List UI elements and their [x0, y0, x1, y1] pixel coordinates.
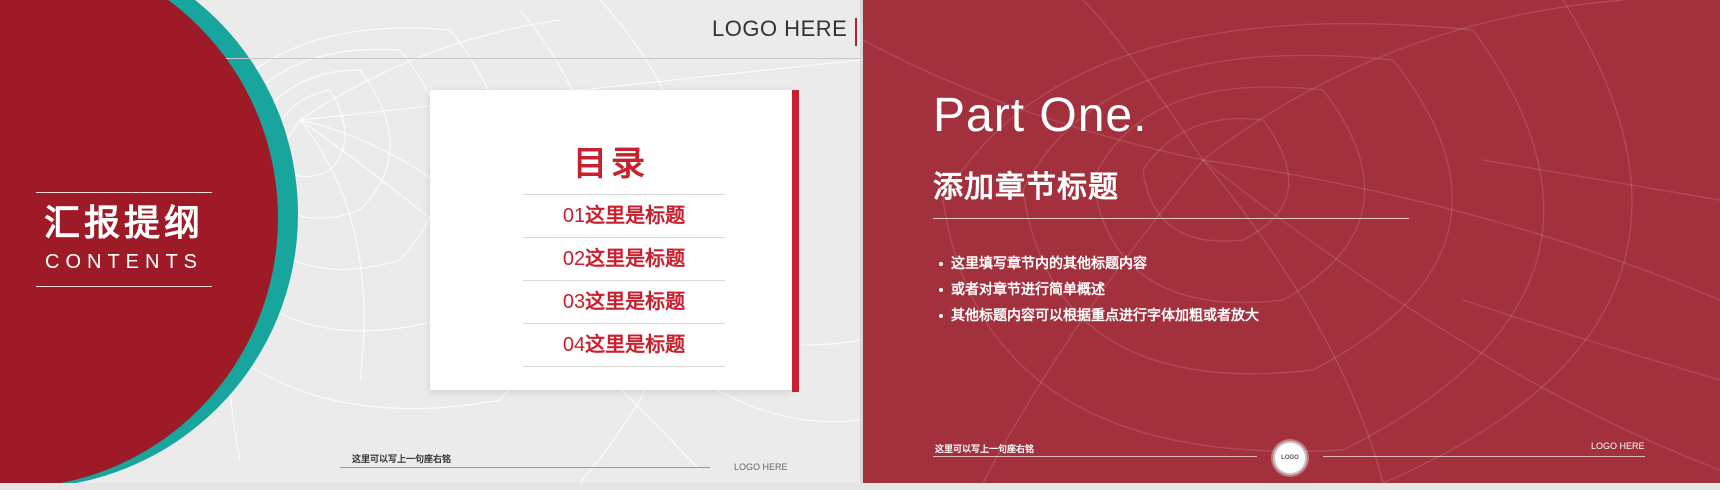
chapter-divider: [933, 218, 1409, 219]
part-title: Part One.: [933, 89, 1148, 142]
toc-card-accent-bar: [792, 90, 799, 392]
logo-accent-bar: [855, 18, 857, 46]
toc-list: 01这里是标题 02这里是标题 03这里是标题 04这里是标题: [523, 194, 725, 367]
toc-item-label: 这里是标题: [585, 248, 686, 270]
header-divider: [226, 58, 860, 59]
toc-item-number: 01: [562, 205, 586, 227]
circle-logo-badge: LOGO: [1273, 441, 1307, 475]
logo-placeholder: LOGO HERE: [712, 16, 848, 41]
contents-slide[interactable]: 汇报提纲 CONTENTS LOGO HERE 目录 01这里是标题 02这里是…: [0, 0, 860, 483]
footer-logo-placeholder: LOGO HERE: [734, 462, 788, 472]
chapter-bullet-list: 这里填写章节内的其他标题内容 或者对章节进行简单概述 其他标题内容可以根据重点进…: [939, 250, 1259, 328]
bullet-item: 这里填写章节内的其他标题内容: [939, 250, 1259, 276]
bullet-text: 或者对章节进行简单概述: [951, 281, 1105, 297]
heading-en: CONTENTS: [45, 251, 203, 273]
bullet-text: 其他标题内容可以根据重点进行字体加粗或者放大: [951, 307, 1259, 323]
heading-cn: 汇报提纲: [43, 202, 204, 243]
toc-title: 目录: [573, 145, 649, 183]
motto-text: 这里可以写上一句座右铭: [935, 444, 1035, 454]
bullet-item: 其他标题内容可以根据重点进行字体加粗或者放大: [939, 302, 1259, 328]
bullet-dot-icon: [939, 262, 943, 267]
toc-item-label: 这里是标题: [585, 205, 686, 227]
footer-rule: [340, 467, 710, 468]
bullet-dot-icon: [939, 288, 943, 293]
bullet-item: 或者对章节进行简单概述: [939, 276, 1259, 302]
toc-item[interactable]: 03这里是标题: [523, 280, 725, 323]
spider-web-background: [863, 0, 1720, 483]
contents-heading: 汇报提纲 CONTENTS: [36, 192, 212, 287]
heading-top-rule: [36, 192, 212, 193]
toc-item-label: 这里是标题: [585, 291, 686, 313]
toc-item-number: 02: [562, 248, 586, 270]
toc-item[interactable]: 04这里是标题: [523, 323, 725, 367]
chapter-title: 添加章节标题: [933, 171, 1119, 204]
toc-item[interactable]: 01这里是标题: [523, 194, 725, 237]
footer-rule-right: [1323, 456, 1645, 457]
bullet-dot-icon: [939, 314, 943, 319]
chapter-slide[interactable]: Part One. 添加章节标题 这里填写章节内的其他标题内容 或者对章节进行简…: [863, 0, 1720, 483]
bullet-text: 这里填写章节内的其他标题内容: [951, 255, 1147, 271]
toc-item[interactable]: 02这里是标题: [523, 237, 725, 280]
toc-item-number: 04: [562, 334, 586, 356]
motto-text: 这里可以写上一句座右铭: [352, 454, 452, 464]
heading-bottom-rule: [36, 286, 212, 287]
footer-logo-placeholder: LOGO HERE: [1591, 441, 1645, 451]
toc-item-label: 这里是标题: [585, 334, 686, 356]
footer-rule-left: [933, 456, 1257, 457]
slide-preview-strip: 汇报提纲 CONTENTS LOGO HERE 目录 01这里是标题 02这里是…: [0, 0, 1720, 490]
toc-item-number: 03: [562, 291, 586, 313]
